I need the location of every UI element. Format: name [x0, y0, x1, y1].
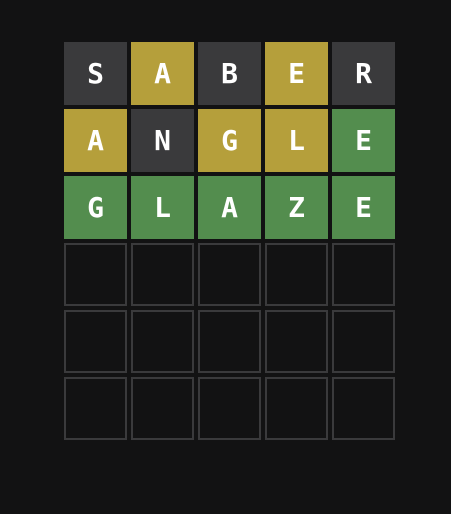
- tile-r1-c4: E: [265, 42, 328, 105]
- tile-r3-c3: A: [198, 176, 261, 239]
- tile-r1-c3: B: [198, 42, 261, 105]
- tile-r6-c3: [198, 377, 261, 440]
- tile-r2-c4: L: [265, 109, 328, 172]
- tile-r3-c2: L: [131, 176, 194, 239]
- tile-r2-c5: E: [332, 109, 395, 172]
- tile-r4-c1: [64, 243, 127, 306]
- tile-r1-c5: R: [332, 42, 395, 105]
- tile-r4-c3: [198, 243, 261, 306]
- tile-r6-c2: [131, 377, 194, 440]
- tile-r4-c5: [332, 243, 395, 306]
- tile-r5-c4: [265, 310, 328, 373]
- tile-r1-c1: S: [64, 42, 127, 105]
- tile-r2-c3: G: [198, 109, 261, 172]
- tile-r4-c2: [131, 243, 194, 306]
- tile-r5-c3: [198, 310, 261, 373]
- tile-r6-c1: [64, 377, 127, 440]
- tile-r2-c2: N: [131, 109, 194, 172]
- tile-r4-c4: [265, 243, 328, 306]
- tile-r1-c2: A: [131, 42, 194, 105]
- tile-r6-c4: [265, 377, 328, 440]
- tile-r6-c5: [332, 377, 395, 440]
- tile-r3-c1: G: [64, 176, 127, 239]
- tile-r3-c4: Z: [265, 176, 328, 239]
- tile-r5-c5: [332, 310, 395, 373]
- tile-r5-c1: [64, 310, 127, 373]
- tile-r3-c5: E: [332, 176, 395, 239]
- game-board: S A B E R A N G L E G L A Z E: [64, 42, 395, 440]
- tile-r2-c1: A: [64, 109, 127, 172]
- tile-r5-c2: [131, 310, 194, 373]
